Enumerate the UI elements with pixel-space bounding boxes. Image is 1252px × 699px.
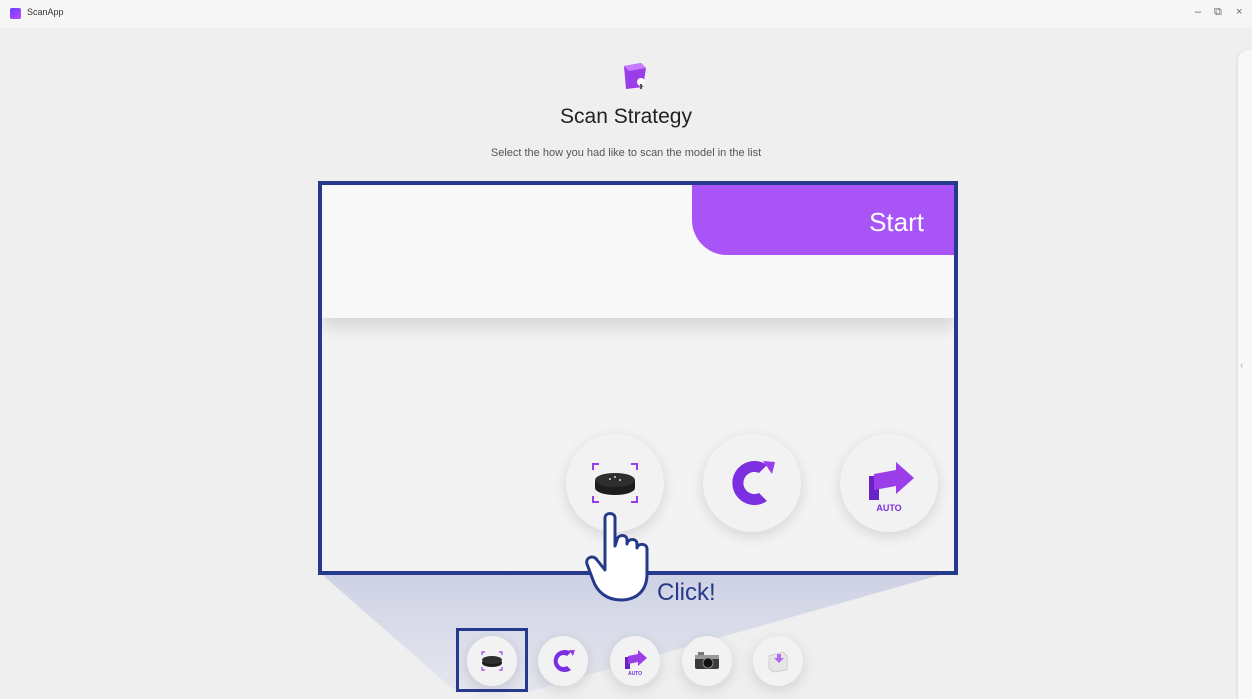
zoom-header-area: Start <box>322 185 954 318</box>
rotate-option[interactable] <box>703 434 801 532</box>
auto-option[interactable]: AUTO <box>840 434 938 532</box>
auto-label: AUTO <box>876 503 901 513</box>
start-button[interactable]: Start <box>692 185 954 255</box>
rotate-c-icon <box>553 650 575 672</box>
auto-arrow-icon: AUTO <box>869 462 914 513</box>
rotate-c-icon <box>732 461 775 505</box>
strategy-auto[interactable]: AUTO <box>610 636 660 686</box>
selected-strategy-highlight <box>456 628 528 692</box>
camera-icon <box>695 652 719 669</box>
click-annotation: Click! <box>657 579 716 606</box>
pointing-hand-icon <box>585 512 649 602</box>
auto-arrow-icon: AUTO <box>625 650 647 677</box>
import-box-icon <box>768 651 788 673</box>
strategy-camera[interactable] <box>682 636 732 686</box>
strategy-rotate[interactable] <box>538 636 588 686</box>
auto-label: AUTO <box>628 671 642 677</box>
strategy-import[interactable] <box>753 636 803 686</box>
